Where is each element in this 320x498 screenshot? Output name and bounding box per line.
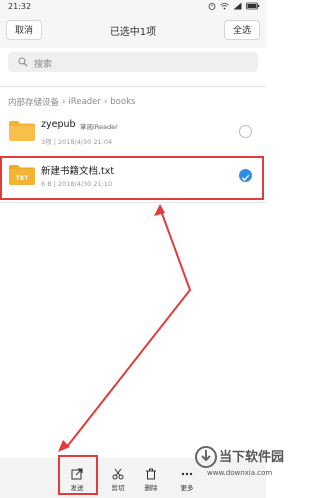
status-time: 21:32: [8, 2, 32, 11]
breadcrumb-item-storage[interactable]: 内部存储设备: [8, 96, 59, 108]
delete-button[interactable]: 删除: [132, 462, 170, 494]
search-input[interactable]: 搜索: [8, 52, 258, 72]
breadcrumb-separator-icon: ›: [62, 97, 66, 107]
breadcrumb-separator-icon: ›: [103, 97, 108, 107]
breadcrumb-item-ireader[interactable]: iReader: [68, 97, 100, 107]
select-all-button[interactable]: 全选: [224, 20, 260, 40]
breadcrumb: 内部存储设备 › iReader › books: [8, 96, 135, 108]
status-bar: 21:32: [0, 0, 266, 14]
annotation-highlight-send-button: [58, 455, 98, 495]
file-meta-info: 3项 | 2018/4/30 21:04: [41, 138, 113, 146]
file-name: zyepub: [41, 119, 76, 130]
watermark: 当下软件园 www.downxia.com: [195, 442, 284, 490]
watermark-logo-icon: [195, 446, 217, 468]
signal-icon: [233, 2, 242, 12]
search-placeholder: 搜索: [34, 60, 53, 70]
watermark-url: www.downxia.com: [207, 469, 273, 477]
divider: [0, 86, 266, 87]
file-meta: 3项 | 2018/4/30 21:04: [41, 136, 112, 146]
annotation-highlight-selected-file: [0, 156, 264, 200]
search-icon: [18, 57, 28, 67]
trash-icon: [145, 468, 157, 480]
watermark-title: 当下软件园: [219, 450, 285, 465]
divider: [0, 202, 266, 203]
status-icons: [208, 2, 260, 12]
select-checkbox[interactable]: [239, 125, 252, 138]
selection-header: 取消 已选中1项 全选: [0, 14, 266, 48]
list-item[interactable]: zyepub 3项 | 2018/4/30 21:04 掌阅iReader: [0, 110, 266, 154]
delete-label: 删除: [144, 484, 158, 492]
cut-label: 剪切: [111, 484, 125, 492]
wifi-icon: [220, 2, 229, 12]
alarm-icon: [208, 2, 216, 12]
annotation-arrow: [58, 204, 192, 452]
breadcrumb-item-books[interactable]: books: [110, 97, 135, 107]
more-label: 更多: [180, 484, 194, 492]
more-icon: [181, 468, 193, 480]
folder-source-tag: 掌阅iReader: [80, 123, 118, 131]
battery-icon: [246, 2, 260, 12]
folder-icon: [8, 120, 36, 142]
scissors-icon: [112, 468, 124, 480]
